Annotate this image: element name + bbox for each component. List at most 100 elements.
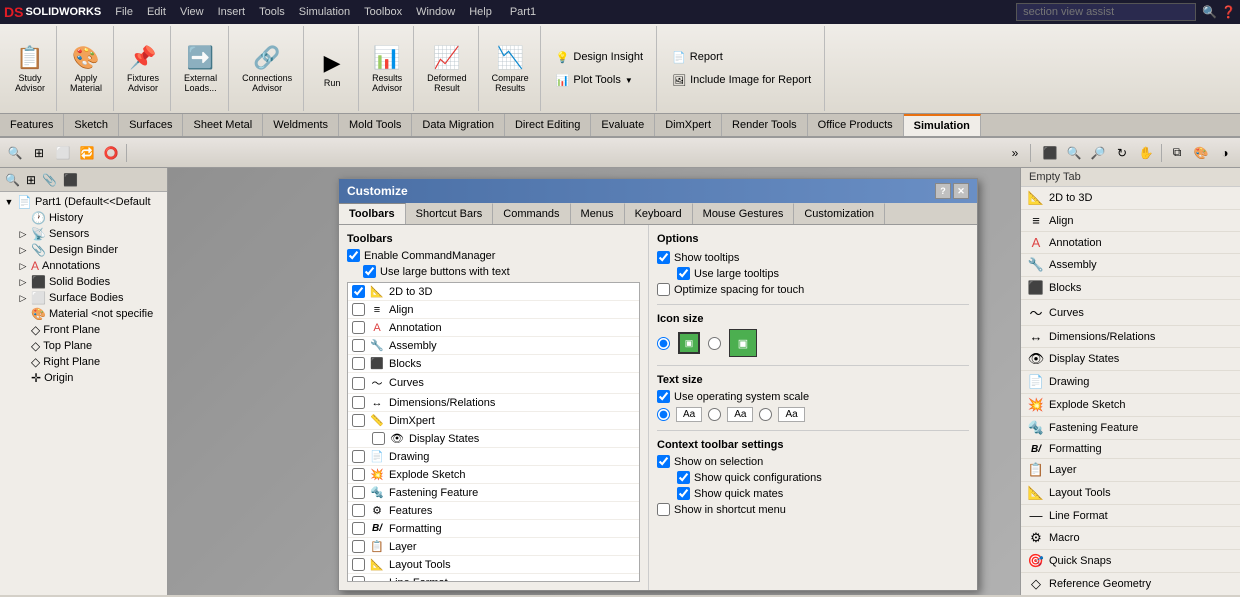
toolbar2-btn1[interactable]: ⊞	[28, 142, 50, 164]
dialog-help-btn[interactable]: ?	[935, 183, 951, 199]
right-item-formatting[interactable]: B/ Formatting	[1021, 440, 1240, 459]
text-size-3-radio[interactable]	[759, 408, 772, 421]
right-item-annotation[interactable]: A Annotation	[1021, 232, 1240, 254]
ribbon-btn-deformed[interactable]: 📈 DeformedResult	[420, 40, 474, 98]
cb-assembly[interactable]	[352, 339, 365, 352]
list-item-assembly[interactable]: 🔧 Assembly	[348, 337, 639, 355]
toolbar2-btn4[interactable]: ⭕	[100, 142, 122, 164]
menu-simulation[interactable]: Simulation	[293, 4, 356, 20]
plot-tools-dropdown-icon[interactable]: ▼	[625, 76, 633, 85]
toolbar2-btn3[interactable]: 🔁	[76, 142, 98, 164]
menu-edit[interactable]: Edit	[141, 4, 172, 20]
dialog-tab-shortcut-bars[interactable]: Shortcut Bars	[406, 203, 494, 224]
optimize-touch-cb[interactable]	[657, 283, 670, 296]
right-item-ref-geometry[interactable]: ◇ Reference Geometry	[1021, 573, 1240, 595]
show-shortcut-cb[interactable]	[657, 503, 670, 516]
tab-direct-editing[interactable]: Direct Editing	[505, 114, 591, 136]
dialog-tab-menus[interactable]: Menus	[571, 203, 625, 224]
right-item-curves[interactable]: 〜 Curves	[1021, 300, 1240, 326]
ribbon-btn-include-image[interactable]: 🖼 Include Image for Report	[667, 71, 816, 90]
right-item-layer[interactable]: 📋 Layer	[1021, 459, 1240, 482]
list-item-features[interactable]: ⚙ Features	[348, 502, 639, 520]
cb-annotation[interactable]	[352, 321, 365, 334]
menu-help[interactable]: Help	[463, 4, 498, 20]
tab-weldments[interactable]: Weldments	[263, 114, 339, 136]
viewport[interactable]: Customize ? ✕ Toolbars Shortcut Bars Com…	[168, 168, 1020, 595]
cb-layer[interactable]	[352, 540, 365, 553]
use-os-scale-cb[interactable]	[657, 390, 670, 403]
cb-line-format[interactable]	[352, 576, 365, 582]
ribbon-btn-report[interactable]: 📄 Report	[667, 48, 816, 67]
tab-mold-tools[interactable]: Mold Tools	[339, 114, 412, 136]
tab-sheet-metal[interactable]: Sheet Metal	[183, 114, 263, 136]
ribbon-btn-external-loads[interactable]: ➡️ ExternalLoads...	[177, 40, 224, 98]
tab-sketch[interactable]: Sketch	[64, 114, 119, 136]
search-icon[interactable]: 🔍	[1202, 5, 1217, 19]
tab-dimxpert[interactable]: DimXpert	[655, 114, 722, 136]
ribbon-btn-fixtures[interactable]: 📌 FixturesAdvisor	[120, 40, 166, 98]
right-item-dim-relations[interactable]: ↔ Dimensions/Relations	[1021, 326, 1240, 348]
cb-display-states[interactable]	[372, 432, 385, 445]
list-item-fastening[interactable]: 🔩 Fastening Feature	[348, 484, 639, 502]
list-item-formatting[interactable]: B/ Formatting	[348, 520, 639, 538]
cb-curves[interactable]	[352, 377, 365, 390]
tab-render-tools[interactable]: Render Tools	[722, 114, 808, 136]
tree-item-solid-bodies[interactable]: ▷ ⬛ Solid Bodies	[16, 274, 165, 290]
tree-item-top-plane[interactable]: ◇ Top Plane	[16, 338, 165, 354]
ribbon-btn-study-advisor[interactable]: 📋 StudyAdvisor	[8, 40, 52, 98]
zoom-fit-btn[interactable]: ⬛	[1039, 142, 1061, 164]
large-buttons-checkbox[interactable]	[363, 265, 376, 278]
tree-item-surface-bodies[interactable]: ▷ ⬜ Surface Bodies	[16, 290, 165, 306]
right-item-line-format[interactable]: — Line Format	[1021, 505, 1240, 527]
ribbon-btn-apply-material[interactable]: 🎨 ApplyMaterial	[63, 40, 109, 98]
cb-formatting[interactable]	[352, 522, 365, 535]
toolbar-list[interactable]: 📐 2D to 3D ≡ Align A Anno	[347, 282, 640, 582]
dialog-tab-mouse-gestures[interactable]: Mouse Gestures	[693, 203, 795, 224]
list-item-layer[interactable]: 📋 Layer	[348, 538, 639, 556]
ribbon-btn-plot-tools[interactable]: 📊 Plot Tools ▼	[551, 71, 648, 90]
right-item-macro[interactable]: ⚙ Macro	[1021, 527, 1240, 550]
ribbon-btn-design-insight[interactable]: 💡 Design Insight	[551, 48, 648, 67]
show-quick-mates-cb[interactable]	[677, 487, 690, 500]
tab-office-products[interactable]: Office Products	[808, 114, 904, 136]
cb-fastening[interactable]	[352, 486, 365, 499]
right-item-explode-sketch[interactable]: 💥 Explode Sketch	[1021, 394, 1240, 417]
cb-drawing[interactable]	[352, 450, 365, 463]
dialog-tab-keyboard[interactable]: Keyboard	[625, 203, 693, 224]
shadows-btn[interactable]: ◑	[1214, 142, 1236, 164]
tree-item-sensors[interactable]: ▷ 📡 Sensors	[16, 226, 165, 242]
ribbon-btn-run[interactable]: ▶ Run	[310, 45, 354, 93]
right-item-blocks[interactable]: ⬛ Blocks	[1021, 277, 1240, 300]
list-item-dim-relations[interactable]: ↔ Dimensions/Relations	[348, 394, 639, 412]
tab-simulation[interactable]: Simulation	[904, 114, 981, 136]
show-tooltips-cb[interactable]	[657, 251, 670, 264]
list-item-2dto3d[interactable]: 📐 2D to 3D	[348, 283, 639, 301]
tree-btn3[interactable]: ⬛	[60, 171, 81, 189]
cb-features[interactable]	[352, 504, 365, 517]
menu-tools[interactable]: Tools	[253, 4, 291, 20]
tab-data-migration[interactable]: Data Migration	[412, 114, 505, 136]
search-input[interactable]	[1016, 3, 1196, 21]
tree-item-annotations[interactable]: ▷ A Annotations	[16, 258, 165, 274]
toolbar2-btn2[interactable]: ⬜	[52, 142, 74, 164]
right-item-display-states[interactable]: 👁 Display States	[1021, 348, 1240, 371]
toolbar2-more[interactable]: »	[1004, 142, 1026, 164]
filter-tree-btn[interactable]: 🔍	[2, 171, 23, 189]
filter-btn[interactable]: 🔍	[4, 142, 26, 164]
rotate-btn[interactable]: ↻	[1111, 142, 1133, 164]
icon-size-large-radio[interactable]	[708, 337, 721, 350]
menu-insert[interactable]: Insert	[212, 4, 252, 20]
cb-dim-relations[interactable]	[352, 396, 365, 409]
list-item-line-format[interactable]: — Line Format	[348, 574, 639, 582]
right-item-drawing[interactable]: 📄 Drawing	[1021, 371, 1240, 394]
ribbon-btn-compare[interactable]: 📉 CompareResults	[485, 40, 536, 98]
tab-evaluate[interactable]: Evaluate	[591, 114, 655, 136]
right-item-assembly[interactable]: 🔧 Assembly	[1021, 254, 1240, 277]
cb-dimxpert[interactable]	[352, 414, 365, 427]
menu-file[interactable]: File	[109, 4, 139, 20]
tree-item-right-plane[interactable]: ◇ Right Plane	[16, 354, 165, 370]
text-size-1-radio[interactable]	[657, 408, 670, 421]
list-item-align[interactable]: ≡ Align	[348, 301, 639, 319]
tree-item-part1[interactable]: ▼ 📄 Part1 (Default<<Default	[2, 194, 165, 210]
right-item-layout-tools[interactable]: 📐 Layout Tools	[1021, 482, 1240, 505]
